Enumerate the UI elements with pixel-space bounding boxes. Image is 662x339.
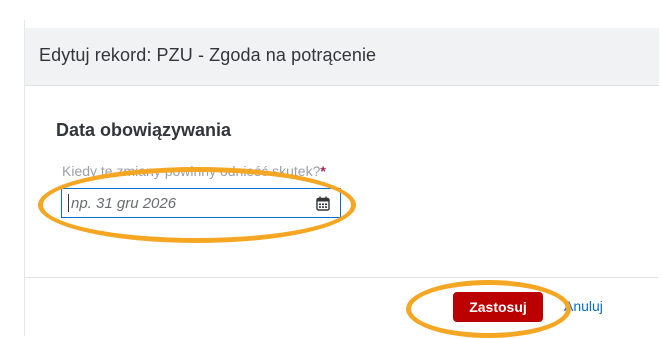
apply-button[interactable]: Zastosuj [453,292,543,322]
section-title: Data obowiązywania [56,120,232,140]
cancel-link[interactable]: Anuluj [564,298,603,314]
dialog-header: Edytuj rekord: PZU - Zgoda na potrącenie [25,28,659,86]
text-caret [68,194,69,212]
calendar-icon[interactable] [316,196,330,211]
effective-date-input[interactable]: np. 31 gru 2026 [61,188,341,218]
screen: Edytuj rekord: PZU - Zgoda na potrącenie… [0,0,662,339]
edit-record-dialog: Edytuj rekord: PZU - Zgoda na potrącenie… [24,20,659,336]
dialog-title: Edytuj rekord: PZU - Zgoda na potrącenie [39,45,377,65]
required-indicator: * [320,163,326,179]
effective-date-label-text: Kiedy te zmiany powinny odnieść skutek? [62,163,321,179]
effective-date-label: Kiedy te zmiany powinny odnieść skutek?* [62,163,326,179]
effective-date-placeholder: np. 31 gru 2026 [71,195,177,212]
footer-divider [25,277,659,278]
